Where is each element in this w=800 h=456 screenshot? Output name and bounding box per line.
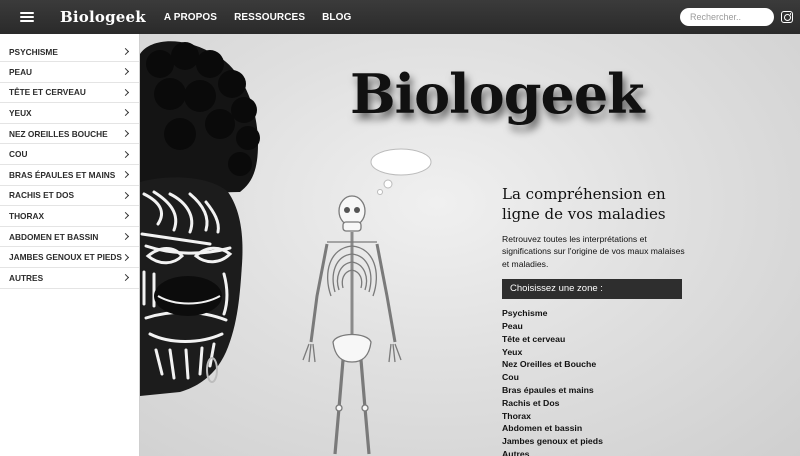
chevron-right-icon	[121, 150, 130, 158]
sidebar-item-nez-oreilles-bouche[interactable]: NEZ OREILLES BOUCHE	[0, 124, 139, 145]
chevron-right-icon	[121, 274, 130, 282]
skeleton-illustration	[302, 148, 432, 455]
menu-icon[interactable]	[20, 12, 34, 22]
instagram-icon[interactable]	[781, 11, 793, 23]
hero-section: Biologeek La compréhension en ligne de v…	[140, 34, 800, 456]
sidebar-item-label: NEZ OREILLES BOUCHE	[9, 128, 108, 139]
zone-link-cou[interactable]: Cou	[502, 371, 692, 384]
zone-list: Psychisme Peau Tête et cerveau Yeux Nez …	[502, 307, 692, 456]
sidebar-item-label: BRAS ÉPAULES ET MAINS	[9, 169, 116, 180]
sidebar-item-label: THORAX	[9, 210, 45, 221]
zone-link-autres[interactable]: Autres	[502, 448, 692, 456]
site-logo[interactable]: Biologeek	[60, 8, 146, 26]
chevron-right-icon	[121, 253, 130, 261]
sidebar-item-label: RACHIS ET DOS	[9, 190, 74, 201]
sidebar-item-label: YEUX	[9, 107, 32, 118]
sidebar-item-psychisme[interactable]: PSYCHISME	[0, 34, 139, 62]
zone-link-nez-oreilles-bouche[interactable]: Nez Oreilles et Bouche	[502, 358, 692, 371]
chevron-right-icon	[121, 109, 130, 117]
zone-link-rachis-dos[interactable]: Rachis et Dos	[502, 397, 692, 410]
zone-link-peau[interactable]: Peau	[502, 320, 692, 333]
sidebar-item-yeux[interactable]: YEUX	[0, 103, 139, 124]
sidebar-item-cou[interactable]: COU	[0, 144, 139, 165]
hero-tagline: La compréhension en ligne de vos maladie…	[502, 185, 666, 223]
chevron-right-icon	[121, 88, 130, 96]
sidebar-item-thorax[interactable]: THORAX	[0, 206, 139, 227]
sidebar-item-rachis-dos[interactable]: RACHIS ET DOS	[0, 186, 139, 207]
sidebar-item-bras-epaules-mains[interactable]: BRAS ÉPAULES ET MAINS	[0, 165, 139, 186]
hero-content: La compréhension en ligne de vos maladie…	[502, 184, 692, 456]
sidebar-item-tete-cerveau[interactable]: TÊTE ET CERVEAU	[0, 83, 139, 104]
nav-link-ressources[interactable]: RESSOURCES	[234, 12, 305, 23]
chevron-right-icon	[121, 233, 130, 241]
sidebar-item-jambes-genoux-pieds[interactable]: JAMBES GENOUX ET PIEDS	[0, 247, 139, 268]
zone-link-tete-cerveau[interactable]: Tête et cerveau	[502, 333, 692, 346]
chevron-right-icon	[121, 68, 130, 76]
sidebar-item-peau[interactable]: PEAU	[0, 62, 139, 83]
zone-link-yeux[interactable]: Yeux	[502, 346, 692, 359]
sidebar-item-label: ABDOMEN ET BASSIN	[9, 231, 99, 242]
zone-link-thorax[interactable]: Thorax	[502, 410, 692, 423]
chevron-right-icon	[121, 191, 130, 199]
zone-link-jambes-genoux-pieds[interactable]: Jambes genoux et pieds	[502, 435, 692, 448]
sidebar-item-label: PSYCHISME	[9, 46, 58, 57]
sidebar-item-abdomen-bassin[interactable]: ABDOMEN ET BASSIN	[0, 227, 139, 248]
nav-link-a-propos[interactable]: A PROPOS	[164, 12, 217, 23]
sidebar-item-label: COU	[9, 149, 28, 160]
sidebar-item-label: AUTRES	[9, 272, 44, 283]
zone-link-abdomen-bassin[interactable]: Abdomen et bassin	[502, 422, 692, 435]
sidebar-item-label: PEAU	[9, 66, 33, 77]
zone-link-psychisme[interactable]: Psychisme	[502, 307, 692, 320]
chevron-right-icon	[121, 47, 130, 56]
search-input[interactable]	[680, 8, 774, 26]
hero-title: Biologeek	[350, 62, 645, 126]
zone-heading: Choisissez une zone :	[502, 279, 682, 300]
sidebar-menu: PSYCHISME PEAU TÊTE ET CERVEAU YEUX NEZ …	[0, 34, 140, 456]
painted-face-image	[140, 41, 260, 396]
sidebar-item-autres[interactable]: AUTRES	[0, 268, 139, 289]
sidebar-item-label: TÊTE ET CERVEAU	[9, 87, 86, 98]
chevron-right-icon	[121, 130, 130, 138]
zone-link-bras-epaules-mains[interactable]: Bras épaules et mains	[502, 384, 692, 397]
top-nav: A PROPOS RESSOURCES BLOG	[164, 12, 369, 23]
sidebar-item-label: JAMBES GENOUX ET PIEDS	[9, 252, 122, 263]
chevron-right-icon	[121, 212, 130, 220]
top-navbar: Biologeek A PROPOS RESSOURCES BLOG	[0, 0, 800, 34]
hero-intro: Retrouvez toutes les interprétations et …	[502, 234, 685, 269]
chevron-right-icon	[121, 171, 130, 179]
nav-link-blog[interactable]: BLOG	[322, 12, 351, 23]
